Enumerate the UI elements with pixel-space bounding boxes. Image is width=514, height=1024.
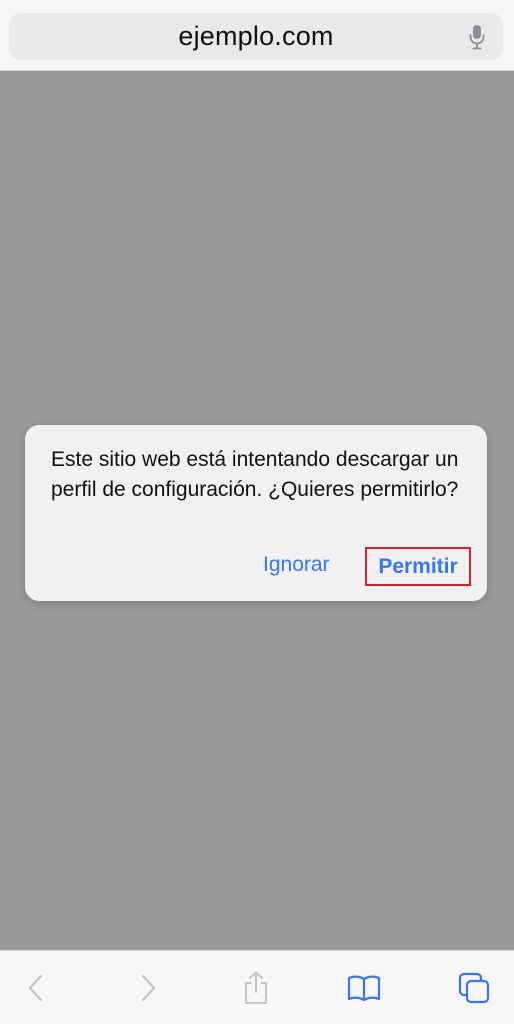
microphone-icon[interactable] [469,24,485,50]
forward-icon[interactable] [118,951,178,1024]
allow-button-label: Permitir [378,554,458,578]
share-icon[interactable] [226,951,286,1024]
bottom-toolbar [0,950,514,1024]
ignore-button[interactable]: Ignorar [263,553,330,577]
tabs-icon[interactable] [444,951,504,1024]
url-text[interactable]: ejemplo.com [9,13,503,60]
bookmarks-icon[interactable] [334,951,394,1024]
browser-screen: ejemplo.com Este sitio web está intentan… [0,0,514,1024]
address-bar[interactable]: ejemplo.com [9,13,503,60]
dialog-message: Este sitio web está intentando descargar… [51,448,459,501]
back-icon[interactable] [6,951,66,1024]
address-bar-container: ejemplo.com [0,0,514,71]
allow-button[interactable]: Permitir [365,547,471,586]
download-profile-dialog: Este sitio web está intentando descargar… [25,425,487,601]
